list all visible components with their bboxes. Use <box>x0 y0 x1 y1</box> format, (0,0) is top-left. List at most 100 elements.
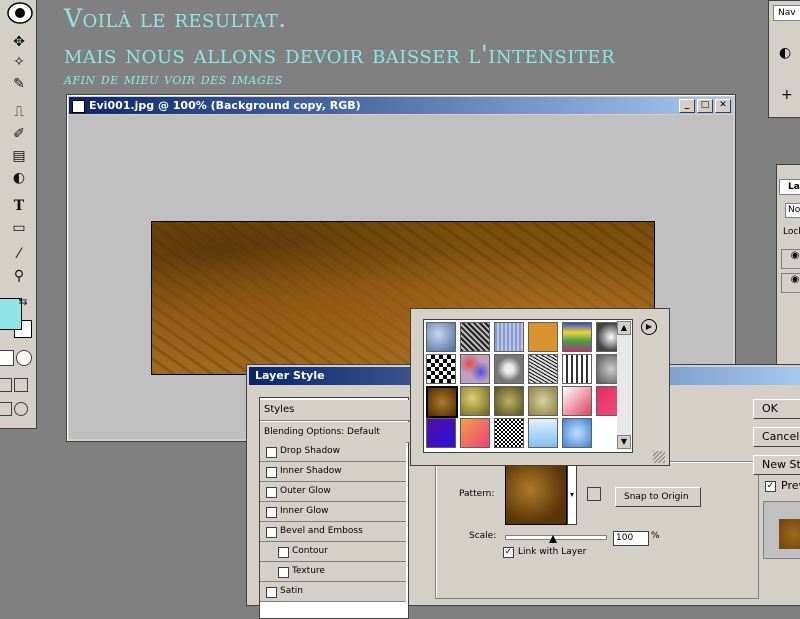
pattern-tile[interactable] <box>460 354 490 384</box>
resize-grip-icon[interactable] <box>653 451 665 463</box>
gradient-icon[interactable]: ▤ <box>8 146 30 166</box>
styles-header[interactable]: Styles <box>260 400 410 421</box>
pattern-tile[interactable] <box>460 418 490 448</box>
layers-tab[interactable]: La <box>779 179 800 195</box>
stamp-icon[interactable]: ⎍ <box>8 102 30 122</box>
pattern-tile[interactable] <box>494 322 524 352</box>
style-checkbox[interactable] <box>266 447 277 458</box>
navigator-panel: Nav ◐ + <box>768 0 800 118</box>
blend-mode-select[interactable]: Nor <box>785 203 800 218</box>
pattern-picker-popup: ▲ ▼ ▶ <box>410 308 670 466</box>
style-checkbox[interactable] <box>278 567 289 578</box>
scale-unit: % <box>651 531 660 541</box>
style-checkbox[interactable] <box>266 507 277 518</box>
maximize-button[interactable]: □ <box>697 99 713 113</box>
pattern-label: Pattern: <box>459 489 495 499</box>
tutorial-line-2: mais nous allons devoir baisser l'intens… <box>64 40 616 69</box>
pattern-dropdown-icon[interactable]: ▾ <box>567 465 577 525</box>
layer-visibility-eye-icon[interactable]: ◉ <box>781 249 800 269</box>
layer-visibility-eye-icon[interactable]: ◉ <box>781 273 800 293</box>
pattern-tile[interactable] <box>494 386 524 416</box>
close-button[interactable]: ✕ <box>715 99 731 113</box>
pattern-tile[interactable] <box>562 386 592 416</box>
magic-wand-icon[interactable]: ✧ <box>8 52 30 72</box>
pattern-tile[interactable] <box>426 322 456 352</box>
brush-icon[interactable]: ✎ <box>8 74 30 94</box>
history-brush-icon[interactable]: ✐ <box>8 124 30 144</box>
style-checkbox[interactable] <box>266 467 277 478</box>
jump-to-icon[interactable] <box>0 402 12 416</box>
pattern-group <box>435 461 759 599</box>
styles-list: Styles Blending Options: Default Drop Sh… <box>259 397 410 619</box>
eyedropper-icon[interactable]: ⁄ <box>8 244 30 264</box>
style-item[interactable]: Inner Shadow <box>260 462 406 482</box>
pattern-tile[interactable] <box>562 354 592 384</box>
lock-label: Lock <box>783 227 800 237</box>
pattern-tile[interactable] <box>494 418 524 448</box>
pattern-tile[interactable] <box>562 322 592 352</box>
pattern-swatch[interactable] <box>505 465 567 525</box>
document-title: Evi001.jpg @ 100% (Background copy, RGB) <box>89 99 361 112</box>
style-checkbox[interactable] <box>266 587 277 598</box>
screen-mode-icon[interactable] <box>0 378 12 392</box>
preview-label: Preview <box>781 479 800 492</box>
pattern-tile[interactable] <box>528 418 558 448</box>
pattern-tile[interactable] <box>460 322 490 352</box>
picker-menu-arrow-icon[interactable]: ▶ <box>641 319 657 335</box>
scroll-up-icon[interactable]: ▲ <box>617 321 631 335</box>
new-style-button[interactable]: New Style... <box>753 455 800 475</box>
snap-to-origin-button[interactable]: Snap to Origin <box>615 487 701 507</box>
shape-icon[interactable]: ▭ <box>8 218 30 238</box>
quick-mask-icon[interactable] <box>16 350 32 366</box>
new-preset-icon[interactable] <box>587 487 601 501</box>
dodge-icon[interactable]: ◐ <box>8 168 30 188</box>
pattern-tile[interactable] <box>528 354 558 384</box>
document-titlebar[interactable]: Evi001.jpg @ 100% (Background copy, RGB)… <box>69 97 733 114</box>
preview-checkbox[interactable]: ✓ <box>765 481 776 492</box>
style-checkbox[interactable] <box>266 487 277 498</box>
minimize-button[interactable]: _ <box>679 99 695 113</box>
scale-label: Scale: <box>469 531 497 541</box>
fullscreen-mode-icon[interactable] <box>14 378 28 392</box>
ok-button[interactable]: OK <box>753 399 800 419</box>
cancel-button[interactable]: Cancel <box>753 427 800 447</box>
move-icon[interactable]: ✥ <box>8 32 30 52</box>
pattern-tile[interactable] <box>494 354 524 384</box>
navigator-tab[interactable]: Nav <box>773 5 800 21</box>
pattern-tile[interactable] <box>528 386 558 416</box>
swap-colors-icon[interactable]: ⇆ <box>12 292 34 312</box>
style-item[interactable]: Contour <box>260 542 406 562</box>
pattern-tile[interactable] <box>426 418 456 448</box>
type-icon[interactable]: T <box>8 196 30 216</box>
style-preview-image <box>779 519 800 549</box>
style-item[interactable]: Bevel and Emboss <box>260 522 406 542</box>
scale-slider-thumb[interactable] <box>549 535 557 543</box>
pattern-tile[interactable] <box>562 418 592 448</box>
scroll-down-icon[interactable]: ▼ <box>617 435 631 449</box>
document-icon <box>72 100 85 113</box>
link-with-layer-label: Link with Layer <box>518 547 587 557</box>
style-item[interactable]: Outer Glow <box>260 482 406 502</box>
blending-options-item[interactable]: Blending Options: Default <box>260 422 410 443</box>
pin-icon[interactable]: ◐ <box>779 45 791 61</box>
standard-mode-icon[interactable] <box>0 350 14 366</box>
pattern-tile[interactable] <box>426 354 456 384</box>
scale-input[interactable]: 100 <box>613 531 649 546</box>
imageready-icon[interactable] <box>14 402 28 416</box>
tutorial-line-1: Voilà le resultat. <box>64 4 287 33</box>
style-item[interactable]: Inner Glow <box>260 502 406 522</box>
style-checkbox[interactable] <box>266 527 277 538</box>
pattern-tile[interactable] <box>528 322 558 352</box>
pattern-tile-selected[interactable] <box>426 386 458 418</box>
link-with-layer-checkbox[interactable]: ✓ <box>503 547 514 558</box>
photoshop-eye-icon[interactable] <box>4 0 34 26</box>
tutorial-line-3: afin de mieu voir des images <box>64 70 283 88</box>
zoom-icon[interactable]: ⚲ <box>8 266 30 286</box>
pattern-scrollbar[interactable]: ▲ ▼ <box>617 321 631 449</box>
style-item[interactable]: Drop Shadow <box>260 442 406 462</box>
style-item[interactable]: Texture <box>260 562 406 582</box>
plus-icon[interactable]: + <box>781 87 793 103</box>
pattern-tile[interactable] <box>460 386 490 416</box>
style-item[interactable]: Satin <box>260 582 406 602</box>
style-checkbox[interactable] <box>278 547 289 558</box>
